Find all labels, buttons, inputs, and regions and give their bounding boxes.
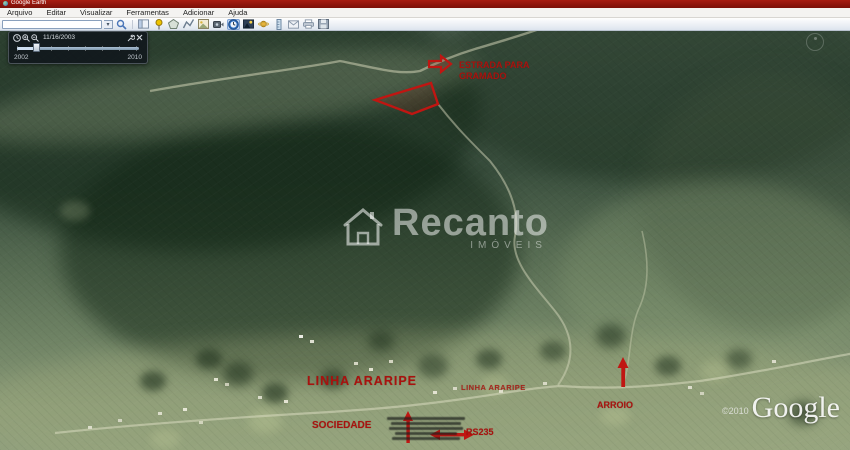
menu-editar[interactable]: Editar — [39, 8, 73, 17]
menu-bar: Arquivo Editar Visualizar Ferramentas Ad… — [0, 8, 850, 18]
add-polygon-button[interactable] — [167, 19, 180, 30]
add-image-overlay-button[interactable] — [197, 19, 210, 30]
window-title: Google Earth — [11, 0, 46, 6]
historical-imagery-button[interactable] — [227, 19, 240, 30]
watermark-subtitle: IMÓVEIS — [470, 240, 547, 251]
record-tour-button[interactable] — [212, 19, 225, 30]
time-close-button[interactable] — [135, 34, 144, 42]
label-arroio: ARROIO — [597, 400, 633, 410]
search-dropdown-button[interactable]: ▾ — [104, 20, 113, 29]
email-button[interactable] — [287, 19, 300, 30]
menu-ajuda[interactable]: Ajuda — [221, 8, 254, 17]
clock-icon — [228, 19, 239, 30]
menu-adicionar[interactable]: Adicionar — [176, 8, 221, 17]
property-polygon — [375, 83, 438, 114]
time-settings-button[interactable] — [126, 34, 135, 42]
menu-arquivo[interactable]: Arquivo — [0, 8, 39, 17]
range-zoom-out-button[interactable] — [30, 34, 39, 42]
polygon-icon — [168, 19, 179, 29]
label-rs235: RS235 — [466, 427, 494, 437]
path-icon — [183, 19, 194, 29]
label-road-small: LINHA ARARIPE — [461, 383, 526, 392]
label-road-to-gramado: ESTRADA PARA GRAMADO — [459, 60, 545, 82]
wrench-icon — [127, 34, 135, 42]
label-linha-araripe: LINHA ARARIPE — [307, 374, 417, 388]
time-slider-handle[interactable] — [33, 43, 40, 52]
google-logo: Google — [752, 393, 840, 423]
placemark-pin-icon — [154, 19, 164, 30]
ruler-icon — [276, 19, 282, 30]
add-path-button[interactable] — [182, 19, 195, 30]
arrow-up-right-icon — [618, 357, 629, 387]
time-slider-widget: 11/16/2003 2002 2010 — [8, 31, 148, 64]
toolbar: ▾ — [0, 18, 850, 31]
menu-ferramentas[interactable]: Ferramentas — [119, 8, 176, 17]
clock-small-icon — [13, 34, 21, 42]
app-globe-icon — [3, 1, 8, 6]
record-tour-icon — [213, 20, 224, 29]
search-input[interactable] — [2, 20, 102, 29]
magnifier-plus-icon — [22, 34, 30, 42]
copyright-text: ©2010 — [722, 406, 749, 416]
sunlight-icon — [243, 19, 254, 29]
time-range-end: 2010 — [128, 54, 142, 61]
menu-visualizar[interactable]: Visualizar — [73, 8, 119, 17]
time-clock-button[interactable] — [12, 34, 21, 42]
google-earth-window: Google Earth Arquivo Editar Visualizar F… — [0, 0, 850, 450]
house-icon — [340, 203, 386, 249]
map-viewport[interactable]: ESTRADA PARA GRAMADO LINHA ARARIPE LINHA… — [0, 31, 850, 450]
label-sociedade: SOCIEDADE — [312, 420, 371, 431]
print-button[interactable] — [302, 19, 315, 30]
sidebar-icon — [138, 19, 149, 29]
toolbar-separator — [132, 20, 133, 29]
add-placemark-button[interactable] — [152, 19, 165, 30]
range-zoom-in-button[interactable] — [21, 34, 30, 42]
map-credits: ©2010 Google — [722, 393, 840, 423]
search-icon — [116, 19, 127, 30]
sunlight-button[interactable] — [242, 19, 255, 30]
email-icon — [288, 20, 299, 29]
search-button[interactable] — [115, 19, 128, 30]
printer-icon — [303, 19, 314, 29]
placemark-description-illegible — [385, 417, 467, 442]
time-slider-date: 11/16/2003 — [39, 34, 126, 41]
recanto-watermark: Recanto IMÓVEIS — [340, 203, 549, 249]
sidebar-toggle-button[interactable] — [137, 19, 150, 30]
view-sky-button[interactable] — [257, 19, 270, 30]
magnifier-minus-icon — [31, 34, 39, 42]
time-range-start: 2002 — [14, 54, 28, 61]
close-icon — [136, 34, 143, 41]
ruler-button[interactable] — [272, 19, 285, 30]
save-icon — [318, 19, 329, 29]
title-bar: Google Earth — [0, 0, 850, 8]
image-overlay-icon — [198, 19, 209, 29]
watermark-brand: Recanto — [392, 203, 549, 243]
compass-navigation-icon[interactable] — [806, 33, 824, 51]
block-arrow-right-icon — [429, 56, 451, 72]
planet-icon — [258, 19, 269, 29]
save-image-button[interactable] — [317, 19, 330, 30]
